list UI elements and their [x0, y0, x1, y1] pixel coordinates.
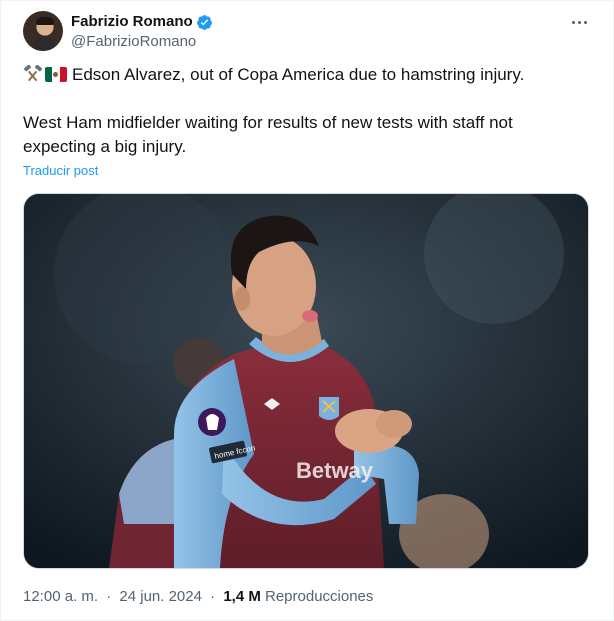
avatar-hair	[36, 17, 54, 25]
tweet-time[interactable]: 12:00 a. m.	[23, 588, 98, 605]
views-label[interactable]: Reproducciones	[265, 588, 373, 605]
more-options-icon[interactable]	[565, 11, 593, 33]
mexico-flag-icon	[45, 67, 67, 82]
tweet-header: Fabrizio Romano @FabrizioRomano	[23, 11, 597, 51]
avatar[interactable]	[23, 11, 63, 51]
views-count[interactable]: 1,4 M	[223, 588, 261, 605]
photo-illustration: home fccon Betway	[24, 194, 588, 568]
hammers-emoji-icon	[23, 65, 43, 82]
tweet-line-2: West Ham midfielder waiting for results …	[23, 113, 513, 132]
tweet-meta: 12:00 a. m. · 24 jun. 2024 · 1,4 M Repro…	[23, 587, 373, 607]
tweet-line-1: Edson Alvarez, out of Copa America due t…	[23, 63, 589, 87]
tweet-date[interactable]: 24 jun. 2024	[119, 588, 202, 605]
meta-separator: ·	[106, 588, 112, 605]
tweet-photo[interactable]: home fccon Betway	[23, 193, 589, 569]
translate-post-link[interactable]: Traducir post	[23, 163, 98, 179]
shirt-sponsor-text: Betway	[296, 458, 374, 483]
meta-separator-2: ·	[210, 588, 216, 605]
author-name[interactable]: Fabrizio Romano	[71, 12, 193, 32]
tweet-text: Edson Alvarez, out of Copa America due t…	[23, 63, 589, 159]
tweet-card: Fabrizio Romano @FabrizioRomano Edson Al…	[0, 0, 614, 621]
tweet-line-3: expecting a big injury.	[23, 137, 187, 156]
verified-badge-icon	[196, 14, 212, 30]
tweet-line-1-text: Edson Alvarez, out of Copa America due t…	[72, 65, 525, 84]
author-name-row: Fabrizio Romano	[71, 12, 213, 32]
avatar-shirt	[33, 37, 55, 51]
author-handle[interactable]: @FabrizioRomano	[71, 32, 196, 52]
